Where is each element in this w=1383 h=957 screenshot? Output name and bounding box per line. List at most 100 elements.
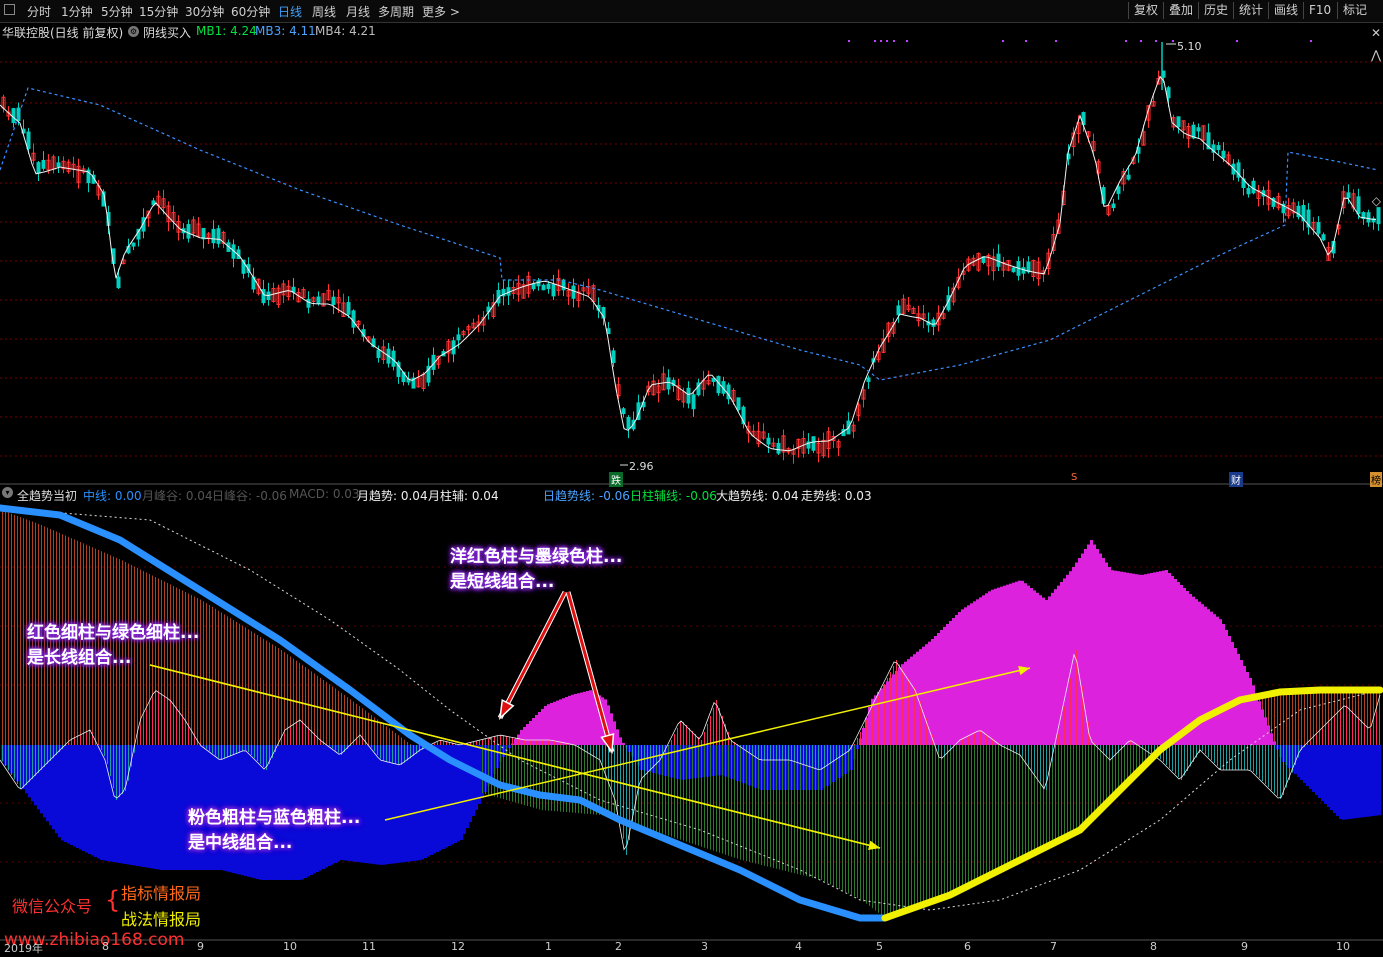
- signal-markers: [848, 40, 1312, 42]
- mid-line-column: [562, 698, 565, 745]
- signal-dot: [1140, 40, 1142, 42]
- mid-line-column: [1114, 570, 1117, 745]
- candle-body: [931, 319, 936, 327]
- short-line-column: [500, 735, 501, 745]
- short-line-column: [1034, 745, 1035, 774]
- signal-dot: [1002, 40, 1004, 42]
- short-line-column: [902, 669, 903, 745]
- candle-body: [456, 334, 461, 341]
- candle-body: [896, 305, 901, 316]
- mid-line-column: [178, 745, 181, 870]
- long-line-column: [734, 745, 735, 858]
- short-line-column: [11, 745, 12, 775]
- long-line-column: [323, 680, 324, 745]
- up-icon[interactable]: ⋀: [1371, 48, 1381, 62]
- short-line-column: [1151, 745, 1152, 754]
- long-line-column: [923, 745, 924, 905]
- long-line-column: [344, 695, 345, 745]
- long-line-column: [530, 745, 531, 807]
- mid-line-column: [100, 745, 103, 860]
- short-line-column: [392, 745, 393, 763]
- long-line-column: [896, 745, 897, 912]
- long-line-column: [1007, 745, 1008, 867]
- x-tick-14: 9: [1241, 940, 1248, 953]
- indicator-title[interactable]: 全趋势当初: [17, 487, 77, 504]
- mid-line-column: [172, 745, 175, 870]
- long-line-column: [320, 677, 321, 745]
- candle-body: [531, 283, 536, 290]
- mid-line-column: [985, 593, 988, 745]
- long-line-column: [272, 644, 273, 745]
- event-bang-badge[interactable]: 榜: [1370, 472, 1382, 487]
- annotation-mid-text-1: 粉色粗柱与蓝色粗柱...: [188, 808, 361, 828]
- short-line-column: [1361, 720, 1362, 745]
- long-line-column: [776, 745, 777, 869]
- stock-title[interactable]: 华联控股(日线 前复权): [2, 24, 123, 41]
- long-line-column: [686, 745, 687, 842]
- short-line-column: [689, 728, 690, 745]
- short-line-column: [1310, 741, 1311, 745]
- candle-body: [1246, 188, 1251, 195]
- short-line-column: [1019, 745, 1020, 754]
- mid-line-column: [559, 699, 562, 745]
- indicator-name[interactable]: 阴线买入: [143, 24, 191, 41]
- big-trend-value: 大趋势线: 0.04: [716, 489, 799, 503]
- candle-body: [1216, 145, 1221, 151]
- signal-dot: [1172, 40, 1174, 42]
- short-line-column: [617, 745, 618, 806]
- short-line-column: [920, 701, 921, 745]
- mid-line-column: [1357, 745, 1360, 818]
- long-line-column: [554, 745, 555, 812]
- signal-dot: [874, 40, 876, 42]
- mid-line-column: [1225, 630, 1228, 745]
- short-line-column: [524, 739, 525, 745]
- mid-line-column: [1222, 624, 1225, 745]
- short-line-column: [866, 720, 867, 745]
- mid-line-column: [1228, 636, 1231, 745]
- short-line-column: [527, 740, 528, 745]
- short-line-column: [938, 745, 939, 752]
- mid-line-column: [97, 745, 100, 859]
- mid-line-column: [1216, 616, 1219, 745]
- mid-line-column: [76, 745, 79, 848]
- candle-body: [1356, 196, 1361, 215]
- mid-line-column: [145, 745, 148, 868]
- short-line-column: [599, 745, 600, 759]
- mid-line-column: [1231, 642, 1234, 745]
- long-line-column: [671, 745, 672, 837]
- short-line-column: [1280, 745, 1281, 799]
- long-line-column: [353, 701, 354, 745]
- long-line-column: [677, 745, 678, 839]
- mid-line-column: [469, 745, 472, 822]
- walk-line-value: 走势线: 0.03: [801, 489, 872, 503]
- short-line-column: [890, 672, 891, 745]
- mid-value: 中线: 0.00: [83, 489, 142, 503]
- short-line-column: [1040, 745, 1041, 782]
- candle-body: [621, 408, 626, 415]
- long-line-column: [1076, 745, 1077, 828]
- short-line-column: [1025, 745, 1026, 761]
- short-line-column: [1205, 745, 1206, 754]
- long-line-column: [551, 745, 552, 811]
- event-cai-badge[interactable]: 财: [1229, 472, 1243, 487]
- close-icon[interactable]: ✕: [1371, 26, 1381, 40]
- long-line-column: [1274, 691, 1275, 742]
- long-line-column: [407, 742, 408, 745]
- short-line-column: [1070, 678, 1071, 745]
- mid-line-column: [1171, 576, 1174, 745]
- diamond-icon[interactable]: ◇: [1372, 194, 1381, 208]
- long-line-column: [1280, 690, 1281, 745]
- watermark-label: 微信公众号: [12, 897, 93, 916]
- short-line-column: [182, 714, 183, 745]
- short-line-column: [473, 742, 474, 745]
- mid-line-column: [994, 588, 997, 745]
- mid-line-column: [73, 745, 76, 847]
- event-die-badge[interactable]: 跌: [609, 472, 623, 487]
- long-line-column: [1289, 690, 1290, 745]
- short-line-column: [974, 733, 975, 745]
- event-s-badge[interactable]: S: [1071, 472, 1077, 483]
- short-line-column: [785, 745, 786, 760]
- short-line-column: [1376, 712, 1377, 745]
- short-line-column: [404, 745, 405, 763]
- short-line-column: [386, 745, 387, 762]
